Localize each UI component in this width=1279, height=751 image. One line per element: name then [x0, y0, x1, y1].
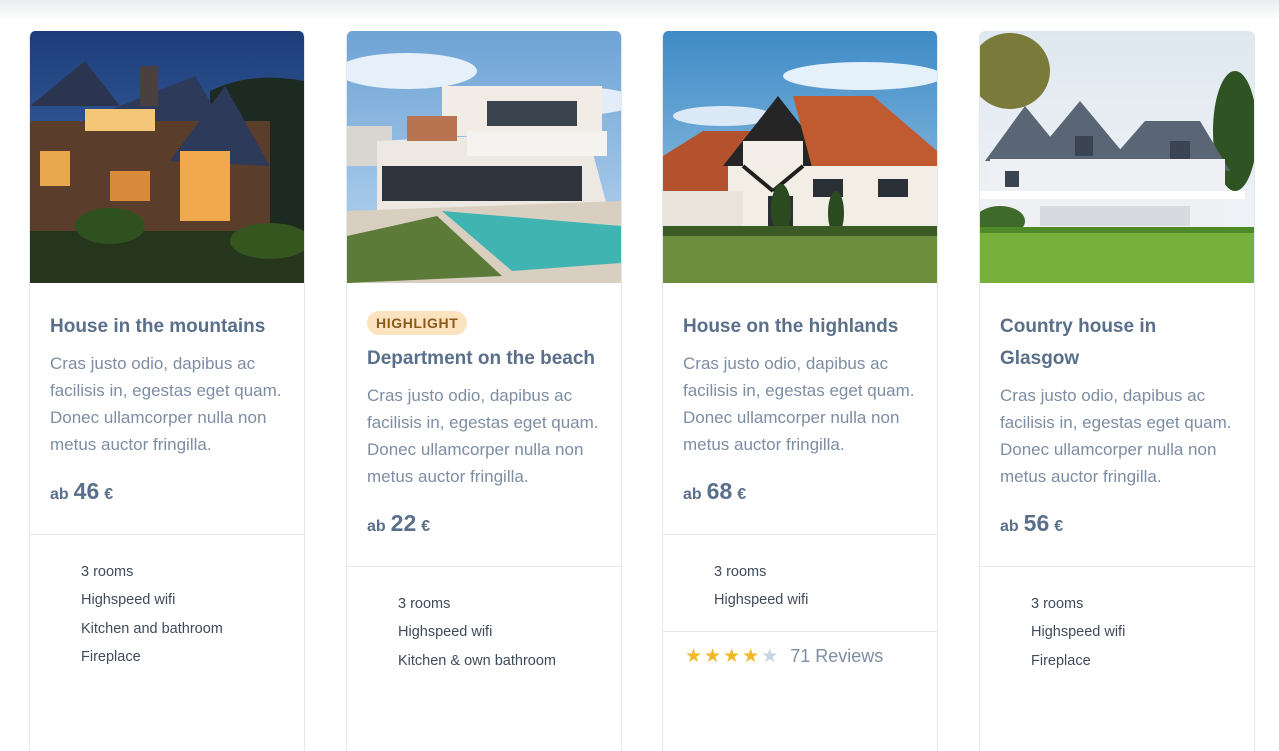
price-prefix: ab — [1000, 518, 1019, 535]
price-amount: 68 — [706, 478, 733, 504]
card-title[interactable]: House on the highlands — [683, 311, 917, 343]
feature-item: Highspeed wifi — [81, 592, 176, 609]
card-title[interactable]: House in the mountains — [50, 311, 284, 343]
feature-item: 3 rooms — [81, 564, 134, 580]
feature-item: 3 rooms — [1031, 596, 1084, 612]
card-price: ab 22 € — [367, 510, 601, 537]
property-card-beach[interactable]: HIGHLIGHT Department on the beach Cras j… — [346, 31, 622, 751]
feature-list: 3 rooms Highspeed wifi Kitchen and bathr… — [30, 535, 304, 671]
card-image-highlands[interactable] — [663, 31, 937, 283]
feature-item: 3 rooms — [398, 596, 451, 612]
price-prefix: ab — [367, 518, 386, 535]
card-price: ab 68 € — [683, 478, 917, 505]
card-description: Cras justo odio, dapibus ac facilisis in… — [1000, 386, 1232, 486]
card-description: Cras justo odio, dapibus ac facilisis in… — [367, 386, 599, 486]
star-icon: ★ — [723, 645, 741, 667]
price-prefix: ab — [50, 486, 69, 503]
feature-list: 3 rooms Highspeed wifi Fireplace — [980, 567, 1254, 675]
card-image-glasgow[interactable] — [980, 31, 1254, 283]
card-description: Cras justo odio, dapibus ac facilisis in… — [683, 354, 915, 454]
price-currency: € — [737, 486, 747, 503]
feature-item: Highspeed wifi — [1031, 624, 1126, 641]
card-title[interactable]: Department on the beach — [367, 343, 601, 375]
feature-item: Highspeed wifi — [714, 592, 809, 609]
feature-item: 3 rooms — [714, 564, 767, 580]
card-price: ab 56 € — [1000, 510, 1234, 537]
feature-item: Highspeed wifi — [398, 624, 493, 641]
price-amount: 56 — [1023, 510, 1050, 536]
price-currency: € — [104, 486, 114, 503]
property-card-highlands[interactable]: House on the highlands Cras justo odio, … — [662, 31, 938, 751]
feature-list: 3 rooms Highspeed wifi Kitchen & own bat… — [347, 567, 621, 675]
feature-item: Fireplace — [1031, 652, 1091, 669]
star-rating: ★ ★ ★ ★ ★ 71 Reviews — [663, 632, 937, 668]
star-icon: ★ — [704, 645, 722, 667]
property-card-mountains[interactable]: House in the mountains Cras justo odio, … — [29, 31, 305, 751]
property-card-glasgow[interactable]: Country house in Glasgow Cras justo odio… — [979, 31, 1255, 751]
feature-list: 3 rooms Highspeed wifi — [663, 535, 937, 615]
highlight-badge: HIGHLIGHT — [367, 311, 468, 335]
price-amount: 46 — [73, 478, 100, 504]
feature-item: Fireplace — [81, 648, 141, 665]
star-icon: ★ — [685, 645, 703, 667]
feature-item: Kitchen & own bathroom — [398, 652, 556, 669]
price-currency: € — [421, 518, 431, 535]
price-prefix: ab — [683, 486, 702, 503]
price-amount: 22 — [390, 510, 417, 536]
page-top-shadow — [0, 0, 1279, 22]
house-mountains-photo — [30, 31, 304, 283]
star-empty-icon: ★ — [761, 645, 779, 667]
card-image-beach[interactable] — [347, 31, 621, 283]
review-count[interactable]: 71 Reviews — [790, 646, 883, 667]
country-house-photo — [980, 31, 1254, 283]
feature-item: Kitchen and bathroom — [81, 620, 223, 637]
beach-villa-photo — [347, 31, 621, 283]
price-currency: € — [1054, 518, 1064, 535]
star-icon: ★ — [742, 645, 760, 667]
card-image-mountains[interactable] — [30, 31, 304, 283]
card-price: ab 46 € — [50, 478, 284, 505]
highlands-house-photo — [663, 31, 937, 283]
card-description: Cras justo odio, dapibus ac facilisis in… — [50, 354, 282, 454]
card-title[interactable]: Country house in Glasgow — [1000, 311, 1234, 375]
